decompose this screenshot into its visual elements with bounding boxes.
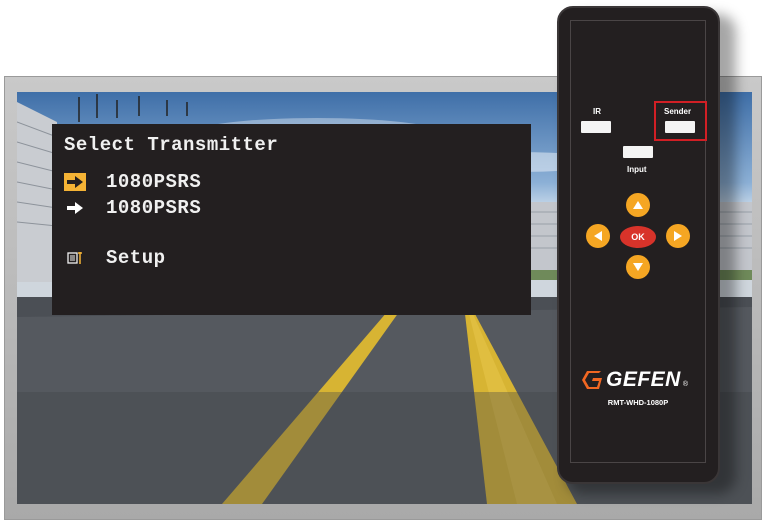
right-button[interactable]	[666, 224, 690, 248]
arrow-right-icon	[64, 199, 86, 217]
ir-button[interactable]	[581, 121, 611, 133]
ok-button[interactable]: OK	[620, 226, 656, 248]
setup-item[interactable]: Setup	[64, 246, 166, 270]
setup-icon	[64, 249, 86, 267]
sender-highlight	[654, 101, 707, 141]
left-button[interactable]	[586, 224, 610, 248]
osd-title: Select Transmitter	[64, 134, 279, 156]
up-arrow-icon	[633, 201, 643, 209]
down-arrow-icon	[633, 263, 643, 271]
gefen-logo-icon	[582, 371, 602, 389]
arrow-right-icon	[64, 173, 86, 191]
osd-menu: Select Transmitter 1080PSRS 1080PSRS Set…	[52, 124, 531, 315]
right-arrow-icon	[674, 231, 682, 241]
transmitter-item-2[interactable]: 1080PSRS	[64, 196, 201, 220]
brand-name: GEFEN	[606, 368, 681, 391]
transmitter-item-1[interactable]: 1080PSRS	[64, 170, 201, 194]
transmitter-item-label: 1080PSRS	[106, 197, 202, 219]
ir-label: IR	[593, 107, 601, 116]
input-button[interactable]	[623, 146, 653, 158]
down-button[interactable]	[626, 255, 650, 279]
left-arrow-icon	[594, 231, 602, 241]
gefen-logo: GEFEN ®	[581, 368, 688, 392]
up-button[interactable]	[626, 193, 650, 217]
brand-registered-mark: ®	[682, 380, 689, 388]
transmitter-item-label: 1080PSRS	[106, 171, 202, 193]
setup-label: Setup	[106, 247, 166, 269]
model-number: RMT-WHD-1080P	[607, 398, 669, 407]
input-label: Input	[627, 165, 647, 174]
